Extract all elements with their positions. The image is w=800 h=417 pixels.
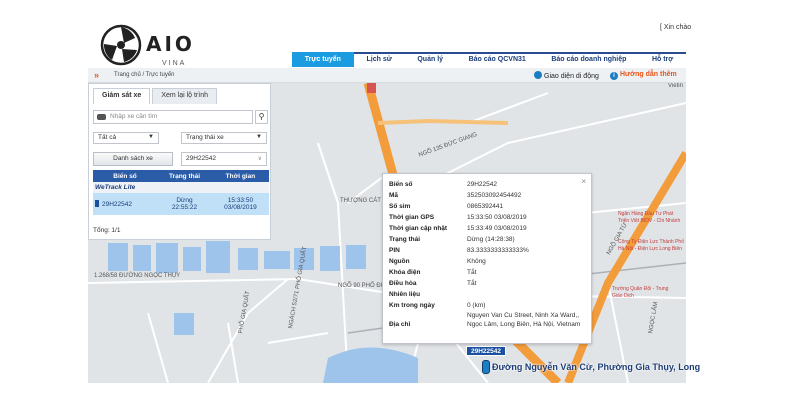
info-value: Dừng (14:28:38) xyxy=(467,236,515,243)
info-label: Địa chỉ xyxy=(389,321,411,328)
vehicle-search-input[interactable]: Nhập xe cần tìm xyxy=(93,110,253,124)
info-label: Trạng thái xyxy=(389,236,421,243)
vehicle-marker-icon[interactable] xyxy=(482,360,490,374)
aio-logo[interactable]: AIO VINA xyxy=(100,22,210,72)
chevron-down-icon: ▼ xyxy=(148,134,154,140)
chevron-down-icon: ▼ xyxy=(256,134,262,140)
group-filter-value: Tất cả xyxy=(98,134,117,141)
vehicle-duration: 22:55:22 xyxy=(171,204,198,211)
vehicle-icon xyxy=(95,200,99,207)
plate-select[interactable]: 29H22542 ∨ xyxy=(181,152,267,166)
vehicle-status-cell: Dừng 22:55:22 xyxy=(157,193,212,215)
vehicle-plate-cell: 29H22542 xyxy=(93,193,158,215)
help-link[interactable]: i Hướng dẫn thêm xyxy=(610,71,677,80)
vehicle-group-label[interactable]: WeTrack Lite xyxy=(93,182,269,193)
map-label-ngoc-thuy: 1.268/58 ĐƯỜNG NGỌC THỤY xyxy=(94,273,181,279)
info-label: Biển số xyxy=(389,181,413,188)
column-header-status[interactable]: Trạng thái xyxy=(157,170,212,182)
info-value: 352503092454492 xyxy=(467,192,522,199)
info-value: Tắt xyxy=(467,269,477,276)
info-value: 0865392441 xyxy=(467,203,504,210)
search-placeholder: Nhập xe cần tìm xyxy=(110,113,158,120)
map-label-school: Trường Quân Đội - Trung Giáo Dịch xyxy=(612,286,669,299)
help-label: Hướng dẫn thêm xyxy=(620,71,677,78)
greeting-text[interactable]: [ Xin chào xyxy=(660,24,691,31)
info-label: PIN xyxy=(389,247,400,254)
map-label-bidv: Ngân Hàng Đầu Tư Phát Triển Việt BIDV - … xyxy=(618,211,681,224)
column-header-time[interactable]: Thời gian xyxy=(211,170,269,182)
table-row[interactable]: 29H22542 Dừng 22:55:22 15:33:50 03/08/2019 xyxy=(93,193,269,215)
vehicle-info-popup: × Biển số 29H22542 Mã 352503092454492 Số sim… xyxy=(382,173,592,344)
search-icon: ⚲ xyxy=(258,112,265,121)
info-label: Khóa điện xyxy=(389,269,421,276)
group-filter-select[interactable]: Tất cả ▼ xyxy=(93,132,159,144)
panel-tabs: Giám sát xe Xem lại lộ trình xyxy=(93,88,219,104)
vehicle-marker-label[interactable]: 29H22542 xyxy=(466,346,506,356)
info-value: 15:33:50 03/08/2019 xyxy=(467,214,527,221)
info-label: Mã xyxy=(389,192,399,199)
vehicle-list-button[interactable]: Danh sách xe xyxy=(93,152,173,166)
nav-item-lich-su[interactable]: Lịch sử xyxy=(353,52,405,67)
tab-xem-lai-lo-trinh[interactable]: Xem lại lộ trình xyxy=(152,88,217,104)
info-value: 0 (km) xyxy=(467,302,486,309)
vehicle-monitor-panel: Giám sát xe Xem lại lộ trình Nhập xe cần… xyxy=(88,83,271,240)
info-label: Số sim xyxy=(389,203,411,210)
info-value: Tắt xyxy=(467,280,477,287)
breadcrumb-arrow-icon: » xyxy=(94,70,100,80)
vehicle-total: Tổng: 1/1 xyxy=(93,227,121,234)
nav-item-quan-ly[interactable]: Quản lý xyxy=(404,52,456,67)
logo-mark-icon xyxy=(100,24,142,66)
vehicle-time-cell: 15:33:50 03/08/2019 xyxy=(211,193,269,215)
info-value: 15:33:49 03/08/2019 xyxy=(467,225,527,232)
nav-item-ho-tro[interactable]: Hỗ trợ xyxy=(639,52,687,67)
breadcrumb-bar: » Trang chủ / Trực tuyến Giao diện di độ… xyxy=(88,68,686,83)
vehicle-status: Dừng xyxy=(176,197,193,204)
logo-text: AIO xyxy=(146,32,195,56)
mobile-view-link[interactable]: Giao diện di động xyxy=(534,71,599,80)
info-icon: i xyxy=(610,72,618,80)
vehicle-table: Biển số Trạng thái Thời gian WeTrack Lit… xyxy=(93,170,269,215)
vehicle-time: 15:33:50 xyxy=(227,197,254,204)
chevron-down-icon: ∨ xyxy=(257,156,262,162)
map-label-power: Công Ty Điện Lực Thành Phố Hà Nội - Điện… xyxy=(618,239,684,252)
info-value: Không xyxy=(467,258,486,265)
address-label: Đường Nguyễn Văn Cừ, Phường Gia Thụy, Lo… xyxy=(492,362,701,372)
info-value: 83.3333333333333% xyxy=(467,247,529,254)
info-label: Nguồn xyxy=(389,258,410,265)
info-label: Nhiên liệu xyxy=(389,291,421,298)
logo-subtext: VINA xyxy=(162,60,187,67)
map-label-vietin: Vietin xyxy=(668,83,683,89)
vehicle-date: 03/08/2019 xyxy=(224,204,257,211)
nav-item-bao-cao-doanh-nghiep[interactable]: Báo cáo doanh nghiệp xyxy=(538,52,640,67)
vehicle-plate: 29H22542 xyxy=(102,201,132,208)
tab-giam-sat-xe[interactable]: Giám sát xe xyxy=(93,88,151,104)
info-label: Km trong ngày xyxy=(389,302,435,309)
car-icon xyxy=(97,114,106,120)
info-label: Thời gian cập nhật xyxy=(389,225,448,232)
status-filter-value: Trạng thái xe xyxy=(186,134,224,141)
status-filter-select[interactable]: Trạng thái xe ▼ xyxy=(181,132,267,144)
info-label: Thời gian GPS xyxy=(389,214,435,221)
info-value: Nguyen Van Cu Street, Ninh Xa Ward,, Ngọ… xyxy=(467,312,581,328)
info-value: 29H22542 xyxy=(467,181,497,188)
plate-select-value: 29H22542 xyxy=(186,155,216,162)
map-label-thuong-cat: THƯỢNG CÁT xyxy=(340,198,381,204)
info-label: Điều hòa xyxy=(389,280,417,287)
nav-item-truc-tuyen[interactable]: Trực tuyến xyxy=(292,52,354,67)
main-nav: Trực tuyến Lịch sử Quản lý Báo cáo QCVN3… xyxy=(292,52,687,67)
mobile-view-label: Giao diện di động xyxy=(544,73,599,80)
globe-icon xyxy=(534,71,542,79)
breadcrumb[interactable]: Trang chủ / Trực tuyến xyxy=(114,72,175,78)
nav-item-bao-cao-qcvn31[interactable]: Báo cáo QCVN31 xyxy=(455,52,539,67)
column-header-plate[interactable]: Biển số xyxy=(93,170,158,182)
search-button[interactable]: ⚲ xyxy=(255,110,268,124)
